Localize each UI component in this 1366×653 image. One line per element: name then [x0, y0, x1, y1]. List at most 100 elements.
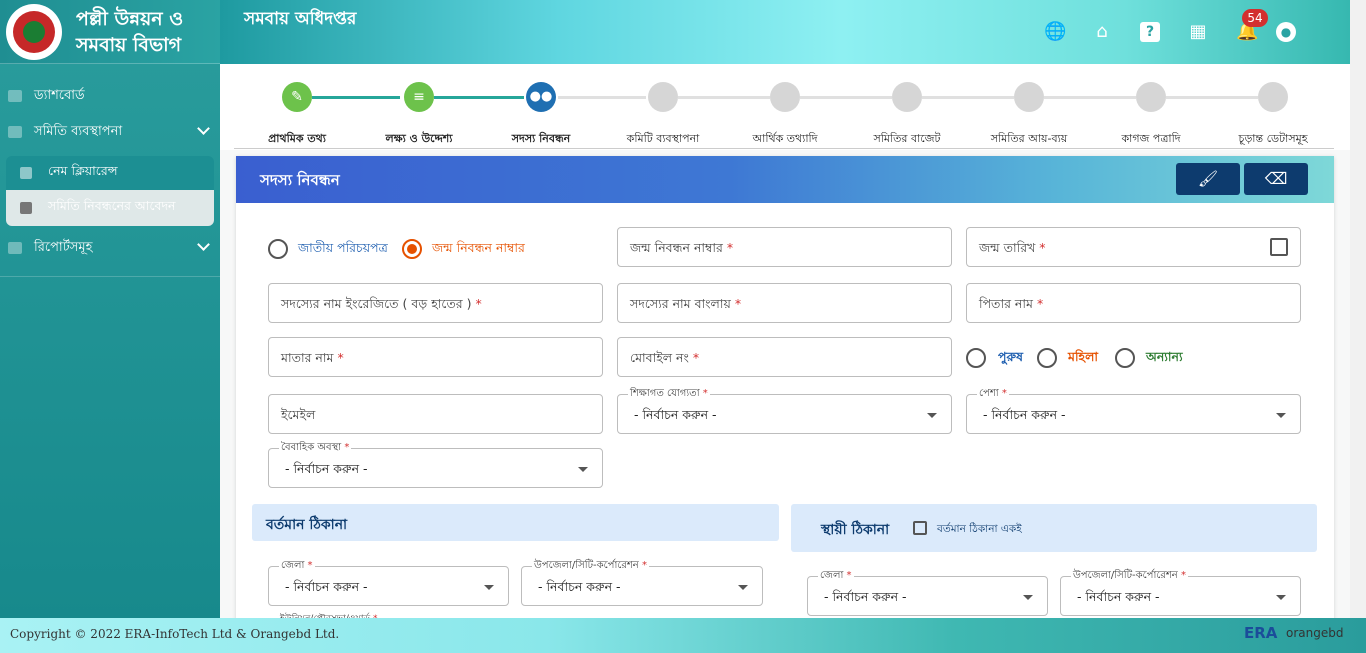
present-address-section: বর্তমান ঠিকানা: [252, 504, 779, 541]
present-upazila-select[interactable]: উপজেলা/সিটি-কর্পোরেশন * - নির্বাচন করুন …: [521, 558, 763, 606]
permanent-district-select[interactable]: জেলা * - নির্বাচন করুন -: [807, 568, 1048, 616]
step-budget-calculator-icon[interactable]: [892, 82, 922, 112]
chevron-down-icon: [197, 238, 210, 251]
top-header: সমবায় অধিদপ্তর 🌐 ⌂ ? ▦ 🔔 54 ●: [220, 0, 1350, 64]
step-connector: [1044, 96, 1136, 99]
gender-male-label: পুরুষ: [998, 349, 1023, 364]
govt-logo: [6, 3, 62, 60]
orangebd-logo: orangebd: [1286, 626, 1344, 640]
sidebar-item-registration-application[interactable]: সমিতি নিবন্ধনের আবেদন: [6, 190, 214, 226]
step-label: সমিতির আয়-ব্যয়: [990, 132, 1068, 145]
divider: [0, 276, 220, 277]
dropdown-arrow-icon: [1276, 595, 1286, 600]
gender-female-radio[interactable]: [1037, 348, 1057, 368]
dropdown-arrow-icon: [1023, 595, 1033, 600]
step-connector: [678, 96, 770, 99]
name-english-field[interactable]: সদস্যের নাম ইংরেজিতে ( বড় হাতের ) *: [268, 283, 603, 323]
card-title: সদস্য নিবন্ধন: [260, 171, 340, 189]
sidebar-item-reports[interactable]: রিপোর্টসমূহ: [0, 230, 220, 266]
present-address-title: বর্তমান ঠিকানা: [266, 517, 348, 533]
name-bangla-field[interactable]: সদস্যের নাম বাংলায় *: [617, 283, 952, 323]
app-root: পল্লী উন্নয়ন ও সমবায় বিভাগ ড্যাশবোর্ড …: [0, 0, 1366, 653]
dropdown-arrow-icon: [578, 467, 588, 472]
sidebar-nav: ড্যাশবোর্ড সমিতি ব্যবস্থাপনা নেম ক্লিয়া…: [0, 64, 220, 277]
education-select[interactable]: শিক্ষাগত যোগ্যতা * - নির্বাচন করুন -: [617, 386, 952, 434]
help-icon[interactable]: ?: [1140, 22, 1160, 42]
member-registration-card: সদস্য নিবন্ধন 🖌 ⌫ জাতীয় পরিচয়পত্র জন্ম…: [236, 156, 1334, 626]
stepper: ✎ ≡ ●● প্রাথমিক তথ্য লক্ষ্য ও উদ্দেশ্য স…: [220, 64, 1350, 150]
dashboard-icon: [8, 90, 22, 102]
step-label: প্রাথমিক তথ্য: [268, 132, 326, 145]
present-district-select[interactable]: জেলা * - নির্বাচন করুন -: [268, 558, 509, 606]
step-basic-info-pencil-icon[interactable]: ✎: [282, 82, 312, 112]
step-label: কাগজ পত্রাদি: [1121, 132, 1181, 145]
step-label: চূড়ান্ত ডেটাসমূহ: [1238, 132, 1308, 145]
dashboard-icon[interactable]: ▦: [1188, 22, 1208, 42]
permanent-upazila-select[interactable]: উপজেলা/সিটি-কর্পোরেশন * - নির্বাচন করুন …: [1060, 568, 1301, 616]
step-connector: [800, 96, 892, 99]
mobile-field[interactable]: মোবাইল নং *: [617, 337, 952, 377]
step-connector: [1166, 96, 1258, 99]
id-type-birth-radio[interactable]: [402, 239, 422, 259]
calendar-icon[interactable]: [1270, 238, 1288, 256]
globe-icon[interactable]: 🌐: [1044, 22, 1066, 42]
main-content: ✎ ≡ ●● প্রাথমিক তথ্য লক্ষ্য ও উদ্দেশ্য স…: [220, 64, 1350, 626]
step-label: সদস্য নিবন্ধন: [511, 132, 571, 145]
birth-reg-number-field[interactable]: জন্ম নিবন্ধন নাম্বার *: [617, 227, 952, 267]
gender-male-radio[interactable]: [966, 348, 986, 368]
sidebar-item-society-management[interactable]: সমিতি ব্যবস্থাপনা: [0, 114, 220, 150]
same-address-label: বর্তমান ঠিকানা একই: [937, 523, 1022, 535]
backspace-icon: ⌫: [1264, 169, 1288, 188]
sidebar-item-dashboard[interactable]: ড্যাশবোর্ড: [0, 78, 220, 114]
home-icon[interactable]: ⌂: [1092, 22, 1112, 42]
edit-button[interactable]: 🖌: [1176, 163, 1240, 195]
email-field[interactable]: ইমেইল: [268, 394, 603, 434]
gender-female-label: মহিলা: [1068, 349, 1099, 364]
mail-icon: [8, 242, 22, 254]
mother-name-field[interactable]: মাতার নাম *: [268, 337, 603, 377]
permanent-address-title: স্থায়ী ঠিকানা: [821, 522, 890, 538]
text-icon: [20, 167, 32, 179]
step-income-chart-icon[interactable]: [1014, 82, 1044, 112]
gender-other-label: অন্যান্য: [1146, 349, 1183, 364]
dropdown-arrow-icon: [484, 585, 494, 590]
step-connector: [922, 96, 1014, 99]
step-members-group-icon[interactable]: ●●: [526, 82, 556, 112]
dropdown-arrow-icon: [738, 585, 748, 590]
sidebar: পল্লী উন্নয়ন ও সমবায় বিভাগ ড্যাশবোর্ড …: [0, 0, 220, 618]
divider: [234, 148, 1334, 149]
clear-button[interactable]: ⌫: [1244, 163, 1308, 195]
step-label: কমিটি ব্যবস্থাপনা: [626, 132, 700, 145]
brush-icon: 🖌: [1197, 169, 1219, 188]
step-final-asterisk-icon[interactable]: [1258, 82, 1288, 112]
gender-other-radio[interactable]: [1115, 348, 1135, 368]
permanent-address-section: স্থায়ী ঠিকানা বর্তমান ঠিকানা একই: [791, 504, 1317, 552]
sidebar-item-name-clearance[interactable]: নেম ক্লিয়ারেন্স: [6, 156, 214, 190]
brand: পল্লী উন্নয়ন ও সমবায় বিভাগ: [0, 0, 220, 64]
step-committee-person-add-icon[interactable]: [648, 82, 678, 112]
id-type-nid-label: জাতীয় পরিচয়পত্র: [298, 240, 388, 255]
document-icon: [20, 202, 32, 214]
same-address-checkbox[interactable]: [913, 521, 927, 535]
era-logo: ERA: [1244, 624, 1278, 642]
footer: Copyright © 2022 ERA-InfoTech Ltd & Oran…: [0, 618, 1366, 653]
marital-status-select[interactable]: বৈবাহিক অবস্থা * - নির্বাচন করুন -: [268, 440, 603, 488]
father-name-field[interactable]: পিতার নাম *: [966, 283, 1301, 323]
step-goals-list-icon[interactable]: ≡: [404, 82, 434, 112]
dropdown-arrow-icon: [1276, 413, 1286, 418]
account-icon[interactable]: ●: [1276, 22, 1296, 42]
card-header: সদস্য নিবন্ধন 🖌 ⌫: [236, 156, 1334, 203]
profession-select[interactable]: পেশা * - নির্বাচন করুন -: [966, 386, 1301, 434]
id-type-nid-radio[interactable]: [268, 239, 288, 259]
step-label: আর্থিক তথ্যাদি: [752, 132, 818, 145]
step-documents-image-icon[interactable]: [1136, 82, 1166, 112]
scrollbar[interactable]: [1350, 0, 1366, 618]
dob-field[interactable]: জন্ম তারিখ *: [966, 227, 1301, 267]
step-connector: [558, 96, 646, 99]
chevron-down-icon: [197, 122, 210, 135]
step-label: সমিতির বাজেট: [873, 132, 941, 145]
step-connector: [434, 96, 524, 99]
step-label: লক্ষ্য ও উদ্দেশ্য: [385, 132, 453, 145]
id-type-birth-label: জন্ম নিবন্ধন নাম্বার: [432, 240, 525, 255]
step-financial-card-icon[interactable]: [770, 82, 800, 112]
